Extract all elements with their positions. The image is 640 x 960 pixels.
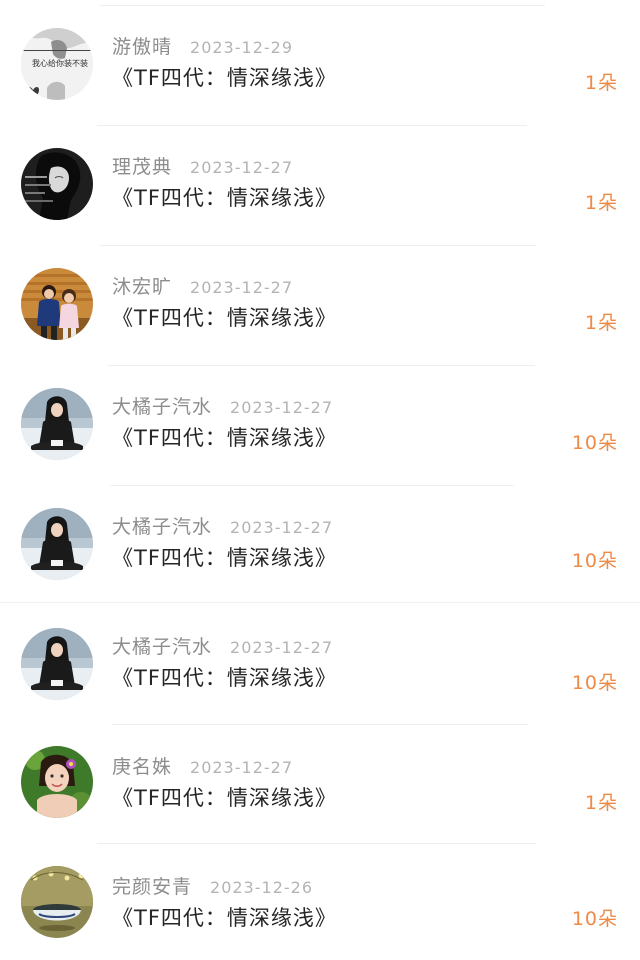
flower-count: 10朵 <box>571 432 618 454</box>
record-date: 2023-12-27 <box>190 278 293 297</box>
flower-count: 1朵 <box>584 792 618 814</box>
work-title[interactable]: 《TF四代：情深缘浅》 <box>112 182 337 212</box>
flower-count: 10朵 <box>571 672 618 694</box>
record-meta: 游傲晴 2023-12-29 <box>112 32 293 58</box>
list-item[interactable]: 庚名姝 2023-12-27 《TF四代：情深缘浅》 1朵 <box>0 720 640 840</box>
work-title[interactable]: 《TF四代：情深缘浅》 <box>112 782 337 812</box>
avatar-snow-girl-icon[interactable] <box>21 628 93 700</box>
avatar-image <box>21 628 93 700</box>
flower-count: 1朵 <box>584 72 618 94</box>
list-item[interactable]: 沐宏旷 2023-12-27 《TF四代：情深缘浅》 1朵 <box>0 240 640 360</box>
list-item[interactable]: 完颜安青 2023-12-26 《TF四代：情深缘浅》 10朵 <box>0 840 640 960</box>
record-meta: 庚名姝 2023-12-27 <box>112 752 293 778</box>
list-item[interactable]: 大橘子汽水 2023-12-27 《TF四代：情深缘浅》 10朵 <box>0 600 640 720</box>
divider <box>110 485 514 486</box>
record-date: 2023-12-27 <box>190 158 293 177</box>
username[interactable]: 完颜安青 <box>112 872 192 899</box>
username[interactable]: 大橘子汽水 <box>112 392 212 419</box>
divider <box>100 5 545 6</box>
list-item[interactable]: 我心给你装不装 游傲晴 2023-12-29 《TF四代：情深缘浅》 1朵 <box>0 0 640 120</box>
flower-count: 10朵 <box>571 550 618 572</box>
avatar-image <box>21 866 93 938</box>
divider <box>97 843 536 844</box>
avatar-couple-icon[interactable] <box>21 268 93 340</box>
avatar-caption: 我心给你装不装 <box>32 58 88 68</box>
divider <box>0 602 640 603</box>
username[interactable]: 游傲晴 <box>112 32 172 59</box>
record-meta: 完颜安青 2023-12-26 <box>112 872 313 898</box>
divider <box>100 245 536 246</box>
username[interactable]: 大橘子汽水 <box>112 632 212 659</box>
record-meta: 理茂典 2023-12-27 <box>112 152 293 178</box>
record-meta: 大橘子汽水 2023-12-27 <box>112 512 333 538</box>
record-date: 2023-12-27 <box>230 638 333 657</box>
avatar-flower-girl-icon[interactable] <box>21 746 93 818</box>
divider <box>108 365 535 366</box>
work-title[interactable]: 《TF四代：情深缘浅》 <box>112 302 337 332</box>
avatar-bw-text-icon[interactable]: 我心给你装不装 <box>21 28 93 100</box>
username[interactable]: 庚名姝 <box>112 752 172 779</box>
record-meta: 大橘子汽水 2023-12-27 <box>112 392 333 418</box>
username[interactable]: 沐宏旷 <box>112 272 172 299</box>
divider <box>97 125 527 126</box>
avatar-image <box>21 148 93 220</box>
avatar-snow-girl-icon[interactable] <box>21 508 93 580</box>
avatar-image <box>21 508 93 580</box>
list-item[interactable]: 理茂典 2023-12-27 《TF四代：情深缘浅》 1朵 <box>0 120 640 240</box>
record-date: 2023-12-26 <box>210 878 313 897</box>
avatar-image: 我心给你装不装 <box>21 28 93 100</box>
record-date: 2023-12-27 <box>190 758 293 777</box>
avatar-image <box>21 268 93 340</box>
work-title[interactable]: 《TF四代：情深缘浅》 <box>112 422 337 452</box>
record-meta: 沐宏旷 2023-12-27 <box>112 272 293 298</box>
avatar-snow-girl-icon[interactable] <box>21 388 93 460</box>
username[interactable]: 大橘子汽水 <box>112 512 212 539</box>
flower-count: 1朵 <box>584 192 618 214</box>
work-title[interactable]: 《TF四代：情深缘浅》 <box>112 542 337 572</box>
work-title[interactable]: 《TF四代：情深缘浅》 <box>112 662 337 692</box>
work-title[interactable]: 《TF四代：情深缘浅》 <box>112 62 337 92</box>
list-item[interactable]: 大橘子汽水 2023-12-27 《TF四代：情深缘浅》 10朵 <box>0 360 640 480</box>
list-item[interactable]: 大橘子汽水 2023-12-27 《TF四代：情深缘浅》 10朵 <box>0 480 640 600</box>
record-date: 2023-12-27 <box>230 398 333 417</box>
flower-count: 10朵 <box>571 908 618 930</box>
username[interactable]: 理茂典 <box>112 152 172 179</box>
record-date: 2023-12-29 <box>190 38 293 57</box>
gift-record-page: 我心给你装不装 游傲晴 2023-12-29 《TF四代：情深缘浅》 1朵 理茂… <box>0 0 640 960</box>
divider <box>112 724 528 725</box>
avatar-dark-girl-icon[interactable] <box>21 148 93 220</box>
work-title[interactable]: 《TF四代：情深缘浅》 <box>112 902 337 932</box>
record-date: 2023-12-27 <box>230 518 333 537</box>
flower-count: 1朵 <box>584 312 618 334</box>
avatar-image <box>21 388 93 460</box>
avatar-image <box>21 746 93 818</box>
record-meta: 大橘子汽水 2023-12-27 <box>112 632 333 658</box>
avatar-teacup-icon[interactable] <box>21 866 93 938</box>
